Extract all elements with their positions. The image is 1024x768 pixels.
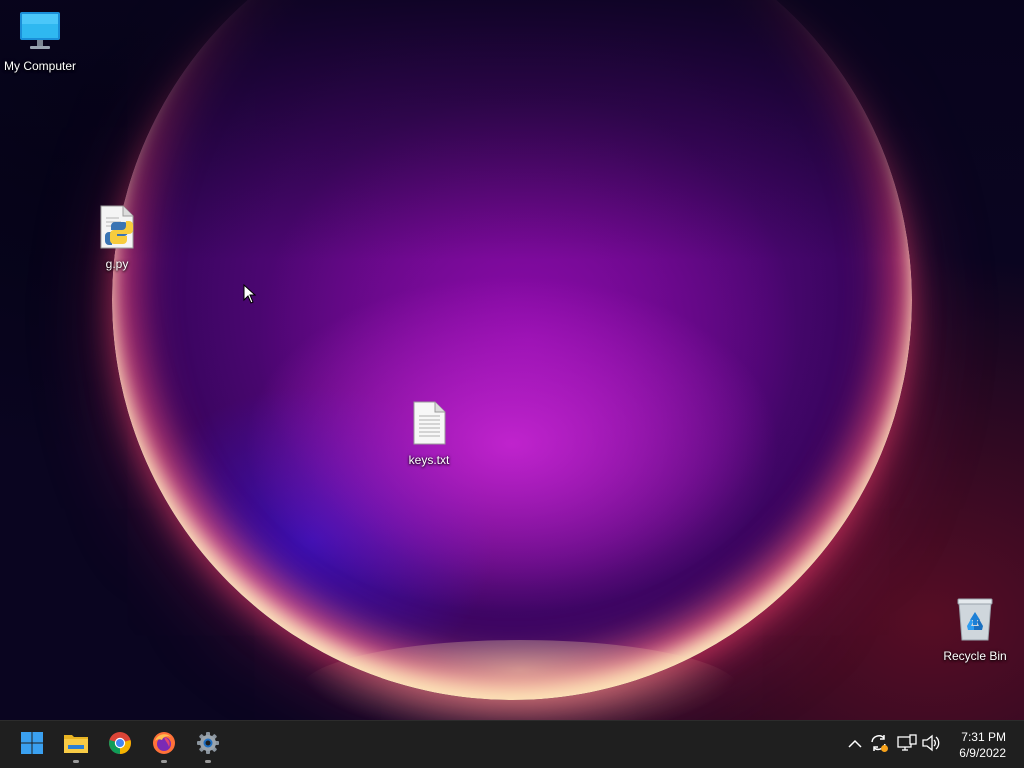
desktop-icon-label: g.py [105, 257, 129, 271]
desktop-icon-keys-txt[interactable]: keys.txt [389, 400, 469, 467]
taskbar-app-chrome[interactable] [100, 725, 140, 765]
desktop-icon-label: keys.txt [408, 453, 450, 467]
taskbar-app-file-explorer[interactable] [56, 725, 96, 765]
clock-time: 7:31 PM [961, 730, 1006, 744]
desktop-icon-label: My Computer [3, 59, 77, 73]
mouse-cursor-icon [243, 283, 257, 309]
clock[interactable]: 7:31 PM 6/9/2022 [936, 729, 1006, 761]
running-indicator [73, 760, 79, 763]
desktop-icon-label: Recycle Bin [943, 649, 1007, 663]
gear-icon [196, 731, 220, 760]
desktop-wallpaper: My Computer g.py keys.txt Recycle Bin [0, 0, 1024, 720]
tray-sync-button[interactable] [867, 733, 891, 757]
chevron-up-icon [848, 736, 862, 754]
chrome-icon [108, 731, 132, 760]
show-hidden-icons-button[interactable] [843, 733, 867, 757]
sync-icon [869, 733, 889, 758]
windows-start-icon [20, 731, 44, 760]
clock-date: 6/9/2022 [959, 746, 1006, 760]
recycle-bin-icon [935, 596, 1015, 647]
desktop-icon-recycle-bin[interactable]: Recycle Bin [935, 596, 1015, 663]
tray-network-button[interactable] [895, 733, 919, 757]
computer-icon [0, 8, 80, 57]
running-indicator [205, 760, 211, 763]
python-file-icon [77, 204, 157, 255]
network-icon [897, 733, 917, 757]
desktop-icon-g-py[interactable]: g.py [77, 204, 157, 271]
text-file-icon [389, 400, 469, 451]
running-indicator [161, 760, 167, 763]
firefox-icon [152, 731, 176, 760]
taskbar-app-settings[interactable] [188, 725, 228, 765]
folder-icon [63, 732, 89, 759]
start-button[interactable] [12, 725, 52, 765]
taskbar-app-firefox[interactable] [144, 725, 184, 765]
taskbar: 7:31 PM 6/9/2022 [0, 720, 1024, 768]
desktop-icon-my-computer[interactable]: My Computer [0, 8, 80, 73]
